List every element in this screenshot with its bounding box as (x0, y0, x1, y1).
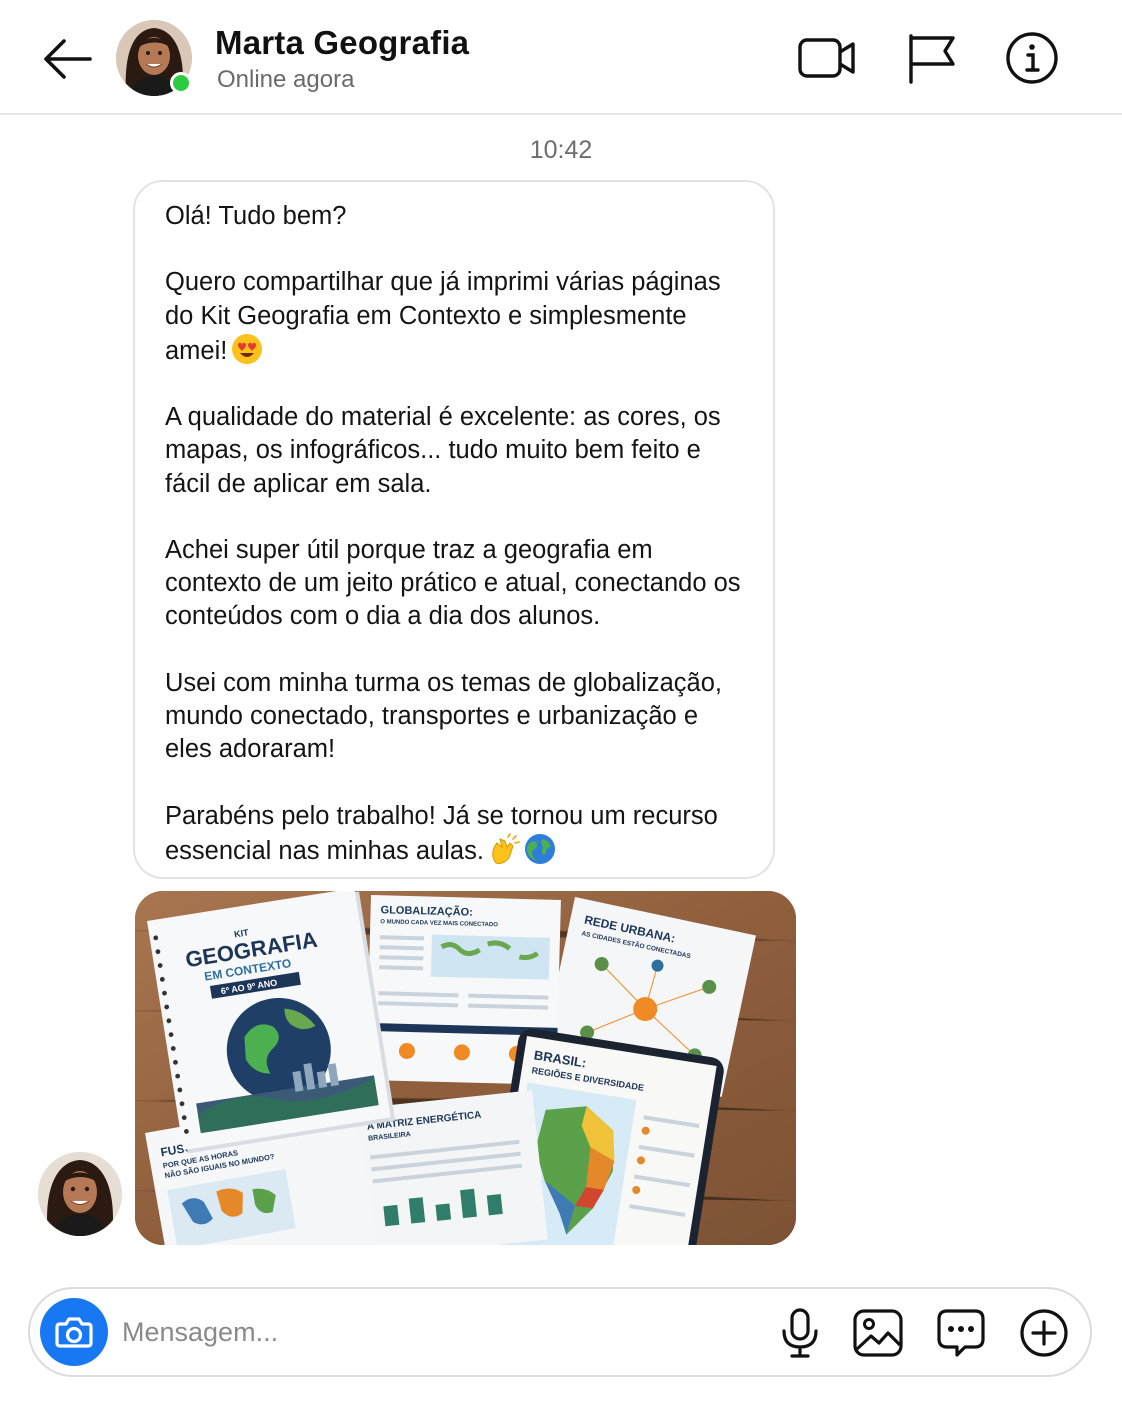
report-button[interactable] (903, 30, 963, 86)
video-camera-icon (798, 38, 855, 78)
chat-header: Marta Geografia Online agora (0, 0, 1122, 115)
online-indicator (170, 72, 192, 94)
voice-message-button[interactable] (774, 1307, 826, 1359)
attachment-photo: REDE URBANA: AS CIDADES ESTÃO CONECTADAS… (135, 891, 796, 1245)
contact-status: Online agora (217, 66, 355, 93)
contact-avatar[interactable] (116, 20, 192, 96)
microphone-icon (782, 1308, 818, 1358)
back-button[interactable] (38, 34, 96, 84)
contact-name: Marta Geografia (215, 24, 470, 61)
clapping-hands-emoji (492, 832, 520, 864)
message-paragraph: Olá! Tudo bem? (165, 202, 347, 230)
message-paragraph: A qualidade do material é excelente: as … (165, 403, 721, 498)
message-timestamp: 10:42 (529, 136, 593, 164)
flag-icon (909, 34, 955, 84)
more-options-button[interactable] (1018, 1307, 1070, 1359)
sender-avatar[interactable] (38, 1152, 122, 1236)
message-paragraph: Quero compartilhar que já imprimi várias… (165, 268, 721, 365)
image-icon (853, 1309, 903, 1357)
message-input[interactable] (122, 1307, 722, 1357)
plus-circle-icon (1020, 1309, 1068, 1357)
camera-button[interactable] (40, 1298, 108, 1366)
camera-icon (55, 1317, 93, 1348)
gallery-button[interactable] (852, 1307, 904, 1359)
message-paragraph: Parabéns pelo trabalho! Já se tornou um … (165, 801, 718, 865)
message-bubble[interactable]: Olá! Tudo bem? Quero compartilhar que já… (133, 180, 775, 879)
image-attachment[interactable]: REDE URBANA: AS CIDADES ESTÃO CONECTADAS… (135, 891, 796, 1245)
message-paragraph: Achei super útil porque traz a geografia… (165, 535, 741, 631)
message-composer (28, 1287, 1092, 1377)
chat-bubble-icon (937, 1309, 985, 1357)
back-arrow-icon (44, 39, 92, 79)
globe-emoji (524, 833, 555, 864)
info-icon (1006, 32, 1058, 84)
chat-options-button[interactable] (935, 1307, 987, 1359)
video-call-button[interactable] (797, 30, 857, 86)
heart-eyes-emoji (232, 333, 263, 364)
page-title-globalizacao: GLOBALIZAÇÃO: (380, 903, 473, 918)
info-button[interactable] (1003, 30, 1063, 86)
message-paragraph: Usei com minha turma os temas de globali… (165, 668, 723, 764)
